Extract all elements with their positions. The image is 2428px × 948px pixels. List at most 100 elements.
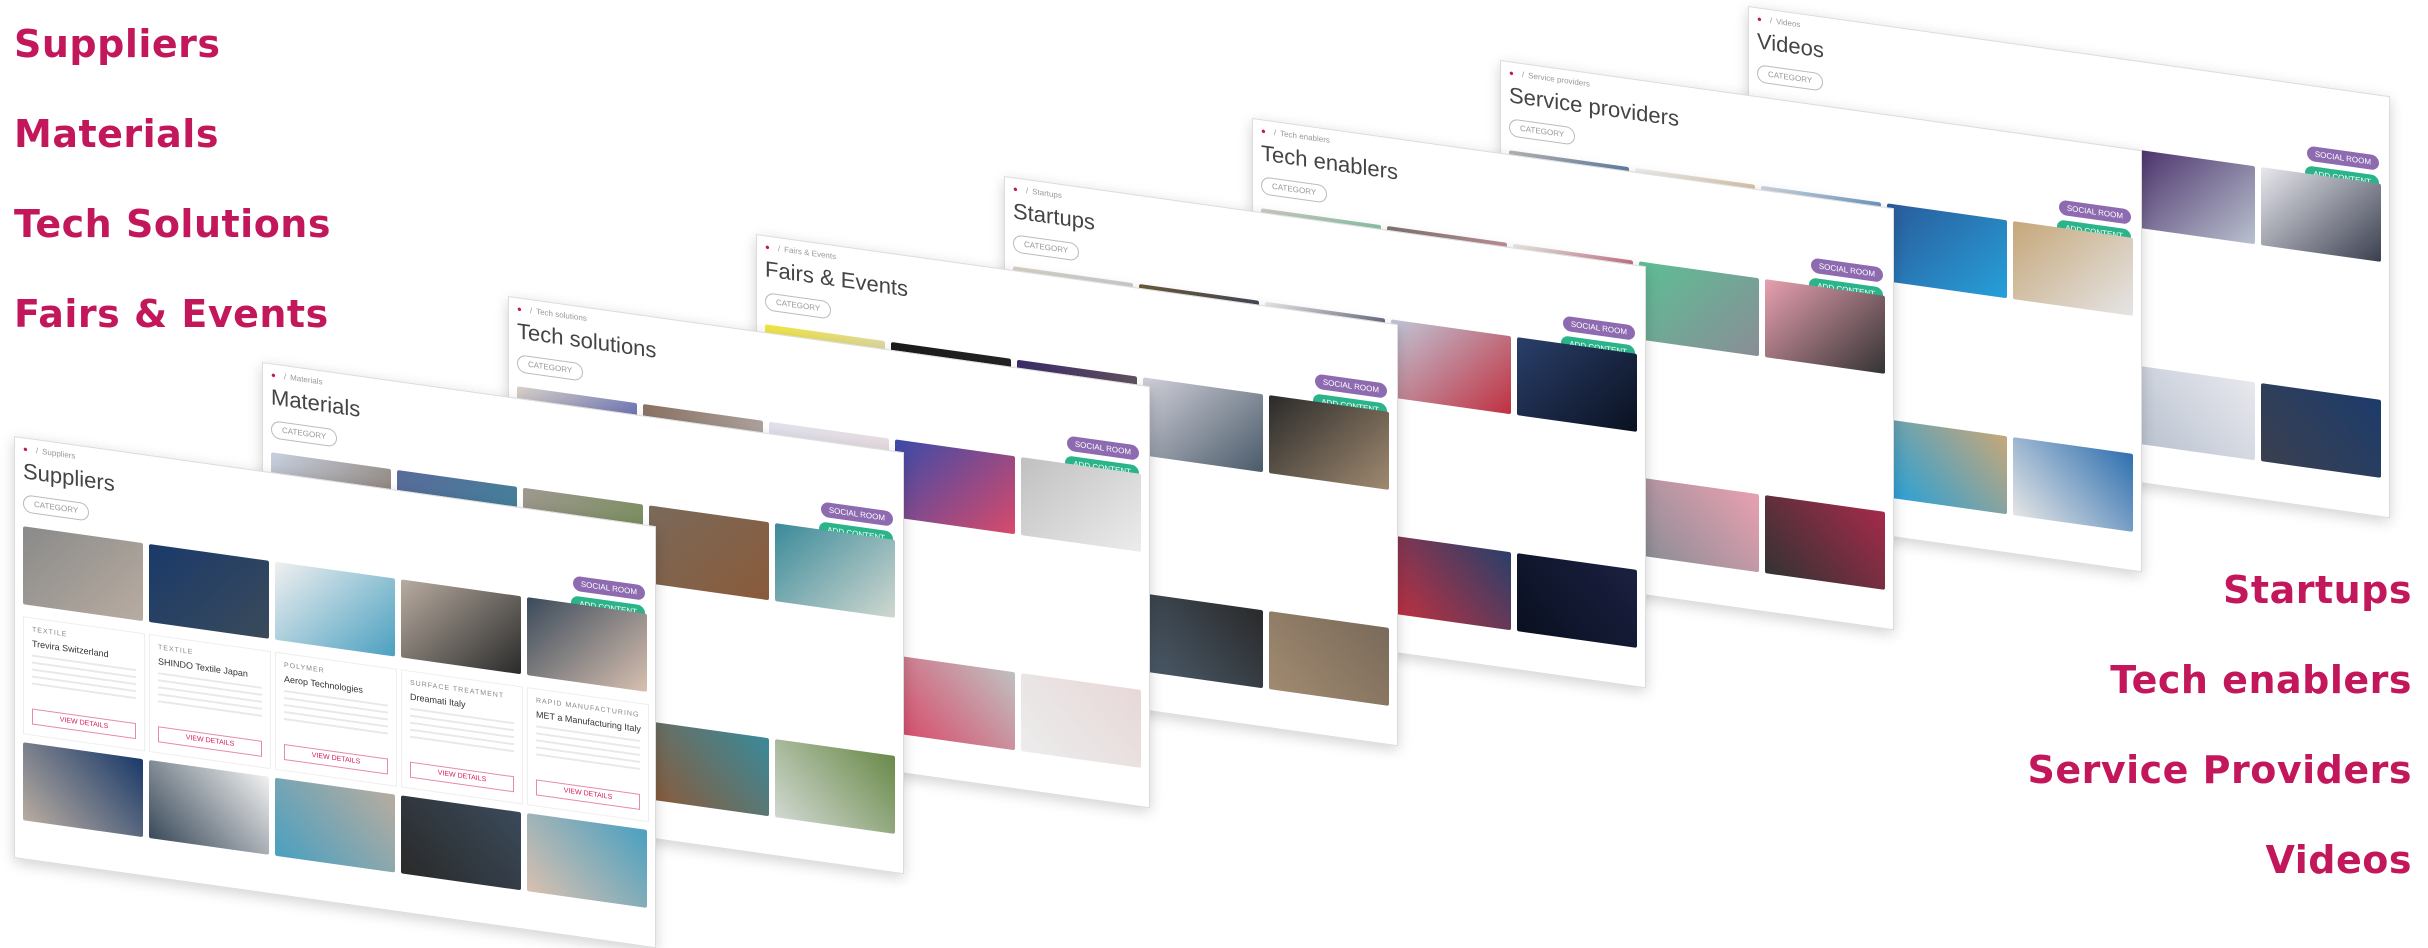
- breadcrumb-current[interactable]: Tech solutions: [536, 307, 587, 323]
- card-description: [284, 689, 388, 739]
- breadcrumb-separator: /: [1521, 70, 1525, 80]
- category-filter-button[interactable]: CATEGORY: [23, 494, 90, 522]
- home-icon[interactable]: ●: [271, 370, 276, 380]
- category-filter-button[interactable]: CATEGORY: [1757, 64, 1824, 92]
- view-details-button[interactable]: VIEW DETAILS: [32, 708, 136, 740]
- label-materials: Materials: [14, 112, 219, 156]
- thumbnail-image[interactable]: [527, 813, 647, 908]
- thumbnail-image[interactable]: [649, 721, 769, 817]
- category-filter-button[interactable]: CATEGORY: [1261, 176, 1328, 204]
- thumbnail-image[interactable]: [1639, 261, 1759, 357]
- card-category: TEXTILE: [158, 644, 194, 657]
- thumbnail-image[interactable]: [1517, 337, 1637, 432]
- view-details-button[interactable]: VIEW DETAILS: [158, 726, 262, 757]
- thumbnail-image[interactable]: [1143, 377, 1263, 473]
- label-service-providers: Service Providers: [2027, 748, 2412, 792]
- thumbnail-image[interactable]: [1143, 593, 1263, 689]
- breadcrumb-separator: /: [35, 446, 39, 456]
- thumbnail-image[interactable]: [775, 739, 895, 834]
- content-card[interactable]: SURFACE TREATMENT Dreamati Italy VIEW DETA…: [401, 669, 523, 805]
- thumbnail-image[interactable]: [2261, 383, 2381, 478]
- thumbnail-image[interactable]: [2135, 149, 2255, 245]
- content-card[interactable]: TEXTILE SHINDO Textile Japan VIEW DETAILS: [149, 633, 271, 770]
- breadcrumb: ● / Suppliers: [23, 444, 75, 460]
- home-icon[interactable]: ●: [1261, 126, 1266, 136]
- thumbnail-image[interactable]: [23, 742, 143, 838]
- thumbnail-image[interactable]: [895, 439, 1015, 535]
- home-icon[interactable]: ●: [1013, 184, 1018, 194]
- breadcrumb-current[interactable]: Videos: [1776, 17, 1800, 29]
- page-title: Startups: [1013, 198, 1095, 235]
- breadcrumb-current[interactable]: Fairs & Events: [784, 245, 836, 261]
- thumbnail-image[interactable]: [1765, 495, 1885, 590]
- thumbnail-image[interactable]: [1391, 535, 1511, 631]
- thumbnail-image[interactable]: [2013, 437, 2133, 532]
- page-title: Videos: [1757, 28, 1824, 63]
- thumbnail-image[interactable]: [1517, 553, 1637, 648]
- thumbnail-image[interactable]: [2261, 167, 2381, 262]
- breadcrumb-current[interactable]: Suppliers: [42, 447, 75, 461]
- thumbnail-image[interactable]: [527, 597, 647, 692]
- home-icon[interactable]: ●: [23, 444, 28, 454]
- thumbnail-image[interactable]: [2135, 365, 2255, 461]
- breadcrumb-current[interactable]: Startups: [1032, 187, 1062, 200]
- thumbnail-image[interactable]: [275, 561, 395, 657]
- thumbnail-image[interactable]: [1887, 203, 2007, 299]
- thumbnail-image[interactable]: [2013, 221, 2133, 316]
- card-category: POLYMER: [284, 661, 325, 675]
- view-details-button[interactable]: VIEW DETAILS: [284, 743, 388, 775]
- breadcrumb: ● / Materials: [271, 370, 323, 386]
- breadcrumb-separator: /: [283, 372, 287, 382]
- category-filter-button[interactable]: CATEGORY: [271, 420, 338, 448]
- thumbnail-image[interactable]: [149, 759, 269, 855]
- home-icon[interactable]: ●: [765, 242, 770, 252]
- category-filter-button[interactable]: CATEGORY: [1013, 234, 1080, 262]
- category-filter-button[interactable]: CATEGORY: [1509, 118, 1576, 146]
- card-description: [536, 725, 640, 774]
- thumbnail-image[interactable]: [1269, 395, 1389, 490]
- thumbnail-image[interactable]: [1021, 673, 1141, 768]
- label-videos: Videos: [2265, 838, 2412, 882]
- breadcrumb-separator: /: [529, 306, 533, 316]
- thumbnail-image[interactable]: [895, 655, 1015, 751]
- breadcrumb-separator: /: [1769, 16, 1773, 26]
- breadcrumb-current[interactable]: Tech enablers: [1280, 129, 1330, 145]
- breadcrumb-current[interactable]: Materials: [290, 373, 322, 387]
- thumbnail-image[interactable]: [1021, 457, 1141, 552]
- category-filter-button[interactable]: CATEGORY: [517, 354, 584, 382]
- home-icon[interactable]: ●: [1509, 68, 1514, 78]
- category-filter-button[interactable]: CATEGORY: [765, 292, 832, 320]
- breadcrumb-separator: /: [1025, 186, 1029, 196]
- thumbnail-image[interactable]: [1639, 477, 1759, 573]
- home-icon[interactable]: ●: [517, 304, 522, 314]
- thumbnail-image[interactable]: [401, 795, 521, 891]
- label-fairs-events: Fairs & Events: [14, 292, 329, 336]
- view-details-button[interactable]: VIEW DETAILS: [536, 779, 640, 810]
- thumbnail-image[interactable]: [1887, 419, 2007, 515]
- thumbnail-image[interactable]: [1765, 279, 1885, 374]
- content-card[interactable]: RAPID MANUFACTURING MET a Manufacturing I…: [527, 687, 649, 823]
- thumbnail-image[interactable]: [649, 505, 769, 601]
- breadcrumb-separator: /: [1273, 128, 1277, 138]
- card-category: TEXTILE: [32, 626, 68, 639]
- label-tech-solutions: Tech Solutions: [14, 202, 331, 246]
- card-title[interactable]: Dreamati Italy: [410, 692, 466, 710]
- thumbnail-image[interactable]: [1269, 611, 1389, 706]
- thumbnail-image[interactable]: [401, 579, 521, 675]
- content-card[interactable]: TEXTILE Trevira Switzerland VIEW DETAILS: [23, 616, 145, 752]
- screenshot-suppliers: ●/SuppliersSuppliersCATEGORYSOCIAL ROOMA…: [14, 436, 656, 948]
- home-icon[interactable]: ●: [1757, 14, 1762, 24]
- thumbnail-image[interactable]: [23, 526, 143, 622]
- card-description: [158, 672, 262, 721]
- thumbnail-image[interactable]: [149, 543, 269, 639]
- thumbnail-image[interactable]: [775, 523, 895, 618]
- card-description: [410, 707, 514, 757]
- view-details-button[interactable]: VIEW DETAILS: [410, 761, 514, 793]
- label-startups: Startups: [2223, 568, 2412, 612]
- thumbnail-image[interactable]: [275, 777, 395, 873]
- thumbnail-image[interactable]: [1391, 319, 1511, 415]
- label-tech-enablers: Tech enablers: [2110, 658, 2412, 702]
- breadcrumb: ● / Videos: [1757, 14, 1800, 29]
- breadcrumb-separator: /: [777, 244, 781, 254]
- content-card[interactable]: POLYMER Aerop Technologies VIEW DETAILS: [275, 651, 397, 787]
